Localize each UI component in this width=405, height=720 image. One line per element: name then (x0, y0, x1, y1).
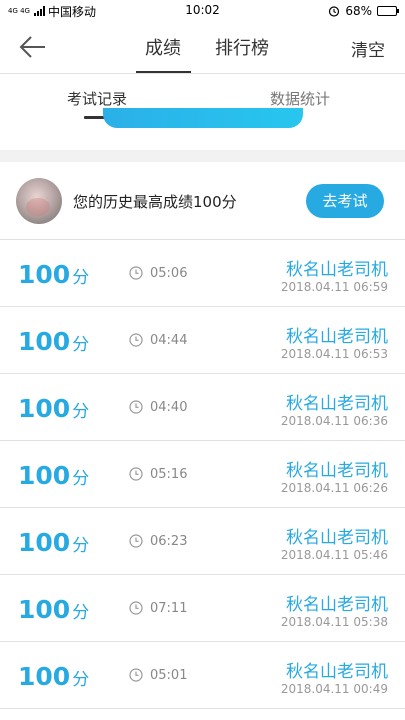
score-unit: 分 (72, 536, 90, 556)
record-name: 秋名山老司机 (286, 394, 388, 414)
duration: 07:11 (150, 601, 188, 616)
record-row[interactable]: 100 分 05:01 秋名山老司机 2018.04.11 00:49 (0, 642, 405, 709)
record-datetime: 2018.04.11 00:49 (281, 682, 388, 696)
score-value: 100 (18, 662, 71, 691)
clear-button[interactable]: 清空 (351, 36, 385, 61)
record-row[interactable]: 100 分 07:11 秋名山老司机 2018.04.11 05:38 (0, 575, 405, 642)
record-datetime: 2018.04.11 05:46 (281, 548, 388, 562)
record-name: 秋名山老司机 (286, 528, 388, 548)
record-date: 2018.04.11 (280, 280, 350, 294)
status-bar: 4G 4G 中国移动 10:02 68% (0, 0, 405, 22)
score-value: 100 (18, 595, 71, 624)
take-exam-button[interactable]: 去考试 (306, 184, 384, 218)
record-name: 秋名山老司机 (286, 662, 388, 682)
status-time: 10:02 (185, 3, 220, 17)
score-value: 100 (18, 327, 71, 356)
duration: 05:01 (150, 668, 188, 683)
record-time: 05:38 (353, 615, 388, 629)
scrolled-banner-button[interactable] (103, 108, 303, 128)
tab-scores[interactable]: 成绩 (145, 34, 181, 60)
record-name: 秋名山老司机 (286, 461, 388, 481)
score: 100 分 (18, 260, 89, 289)
score-unit: 分 (72, 670, 90, 690)
arrow-left-icon[interactable] (18, 34, 48, 60)
clock-icon (129, 601, 143, 615)
duration: 05:06 (150, 266, 188, 281)
section-divider (0, 150, 405, 162)
subtab-exam-records[interactable]: 考试记录 (67, 88, 127, 109)
score-value: 100 (18, 260, 71, 289)
record-time: 05:46 (353, 548, 388, 562)
clock-icon (129, 400, 143, 414)
score: 100 分 (18, 461, 89, 490)
duration: 06:23 (150, 534, 188, 549)
record-time: 06:53 (353, 347, 388, 361)
score-value: 100 (18, 461, 71, 490)
record-name: 秋名山老司机 (286, 595, 388, 615)
score-unit: 分 (72, 469, 90, 489)
record-datetime: 2018.04.11 06:59 (281, 280, 388, 294)
record-datetime: 2018.04.11 06:53 (281, 347, 388, 361)
record-time: 06:59 (353, 280, 388, 294)
score-value: 100 (18, 394, 71, 423)
record-row[interactable]: 100 分 05:06 秋名山老司机 2018.04.11 06:59 (0, 240, 405, 307)
duration: 04:40 (150, 400, 188, 415)
duration: 04:44 (150, 333, 188, 348)
record-date: 2018.04.11 (280, 548, 350, 562)
record-row[interactable]: 100 分 05:16 秋名山老司机 2018.04.11 06:26 (0, 441, 405, 508)
score-unit: 分 (72, 268, 90, 288)
record-row[interactable]: 100 分 06:23 秋名山老司机 2018.04.11 05:46 (0, 508, 405, 575)
record-row[interactable]: 100 分 04:40 秋名山老司机 2018.04.11 06:36 (0, 374, 405, 441)
record-date: 2018.04.11 (280, 347, 350, 361)
score-unit: 分 (72, 603, 90, 623)
clock-icon (129, 266, 143, 280)
battery-icon (377, 6, 399, 16)
score-unit: 分 (72, 335, 90, 355)
record-date: 2018.04.11 (280, 682, 350, 696)
score: 100 分 (18, 394, 89, 423)
score-unit: 分 (72, 402, 90, 422)
header: 成绩 排行榜 清空 (0, 22, 405, 74)
subtab-statistics[interactable]: 数据统计 (270, 88, 330, 109)
best-score-row: 您的历史最高成绩100分 去考试 (0, 162, 405, 240)
record-time: 06:36 (353, 414, 388, 428)
score: 100 分 (18, 327, 89, 356)
record-time: 06:26 (353, 481, 388, 495)
record-date: 2018.04.11 (280, 615, 350, 629)
record-datetime: 2018.04.11 05:38 (281, 615, 388, 629)
score: 100 分 (18, 528, 89, 557)
record-datetime: 2018.04.11 06:26 (281, 481, 388, 495)
record-time: 00:49 (353, 682, 388, 696)
best-score-text: 您的历史最高成绩100分 (73, 193, 237, 211)
clock-icon (129, 534, 143, 548)
record-row[interactable]: 100 分 04:44 秋名山老司机 2018.04.11 06:53 (0, 307, 405, 374)
record-name: 秋名山老司机 (286, 260, 388, 280)
record-date: 2018.04.11 (280, 481, 350, 495)
tab-ranking[interactable]: 排行榜 (215, 34, 269, 60)
tab-underline (136, 71, 191, 73)
clock-icon (129, 668, 143, 682)
record-date: 2018.04.11 (280, 414, 350, 428)
duration: 05:16 (150, 467, 188, 482)
avatar[interactable] (16, 178, 62, 224)
record-name: 秋名山老司机 (286, 327, 388, 347)
clock-icon (129, 467, 143, 481)
score: 100 分 (18, 595, 89, 624)
clock-icon (129, 333, 143, 347)
score: 100 分 (18, 662, 89, 691)
record-datetime: 2018.04.11 06:36 (281, 414, 388, 428)
score-value: 100 (18, 528, 71, 557)
